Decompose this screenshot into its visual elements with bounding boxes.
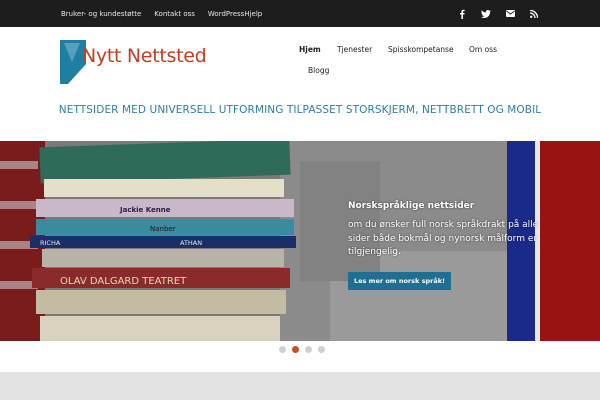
- book-title-4: RICHA: [40, 239, 61, 247]
- book-title-1: Jackie Kenne: [119, 206, 171, 214]
- nav-item-hjem[interactable]: Hjem: [299, 45, 321, 54]
- hero-slider: Jackie Kenne Nanber OLAV DALGARD TEATRET…: [0, 141, 600, 341]
- social-links: [444, 0, 540, 27]
- slide-title: Norskspråklige nettsider: [348, 201, 475, 211]
- nav-item-om-oss[interactable]: Om oss: [469, 45, 497, 54]
- slider-dot[interactable]: [318, 346, 325, 353]
- site-tagline: NETTSIDER MED UNIVERSELL UTFORMING TILPA…: [58, 104, 542, 116]
- top-link-support[interactable]: Bruker- og kundestøtte: [61, 10, 141, 18]
- slide-text: om du ønsker full norsk språkdrakt på al…: [348, 220, 539, 257]
- book-title-2: Nanber: [150, 225, 176, 233]
- top-bar: Bruker- og kundestøtte Kontakt oss WordP…: [0, 0, 600, 27]
- top-link-contact[interactable]: Kontakt oss: [154, 10, 195, 18]
- content-band: [0, 372, 600, 400]
- slider-dot[interactable]: [279, 346, 286, 353]
- top-link-wordpresshjelp[interactable]: WordPressHjelp: [208, 10, 262, 18]
- facebook-icon[interactable]: [456, 8, 468, 20]
- nav-item-tjenester[interactable]: Tjenester: [337, 45, 372, 54]
- site-logo[interactable]: Nytt Nettsted: [60, 40, 210, 84]
- read-more-button[interactable]: Les mer om norsk språk!: [348, 272, 451, 290]
- rss-icon[interactable]: [528, 8, 540, 20]
- slider-pagination: [279, 346, 331, 353]
- twitter-icon[interactable]: [480, 8, 492, 20]
- email-icon[interactable]: [504, 8, 516, 20]
- slider-dot[interactable]: [305, 346, 312, 353]
- logo-text: Nytt Nettsted: [82, 45, 207, 67]
- nav-item-blogg[interactable]: Blogg: [308, 66, 329, 75]
- book-title-3: OLAV DALGARD TEATRET: [60, 276, 187, 287]
- nav-item-spisskompetanse[interactable]: Spisskompetanse: [388, 45, 454, 54]
- slider-dot-active[interactable]: [292, 346, 299, 353]
- top-links: Bruker- og kundestøtte Kontakt oss WordP…: [61, 0, 275, 27]
- book-title-5: ATHAN: [180, 239, 202, 247]
